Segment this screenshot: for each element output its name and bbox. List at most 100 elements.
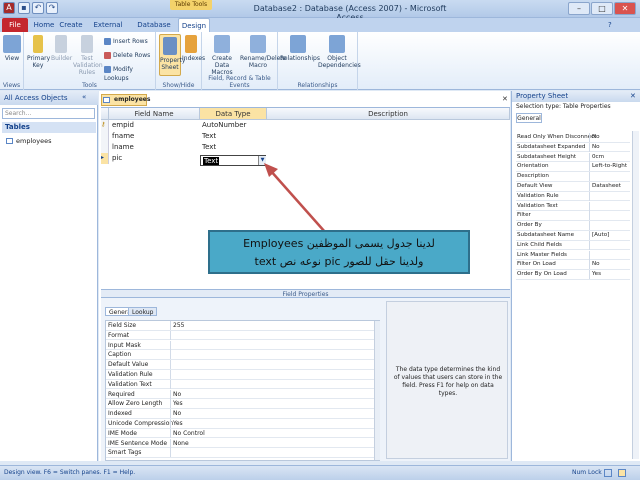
design-view-icon[interactable] — [618, 469, 626, 477]
tab-design[interactable]: Design — [178, 18, 210, 32]
field-property-value[interactable]: Yes — [170, 419, 379, 428]
field-property-value[interactable]: None — [170, 438, 379, 448]
field-name-cell[interactable]: lname — [110, 142, 200, 153]
field-property-value[interactable] — [170, 360, 379, 370]
save-icon[interactable]: ▪ — [18, 2, 30, 14]
row-selector[interactable] — [101, 142, 109, 153]
property-value[interactable] — [589, 191, 630, 201]
tab-lookup[interactable]: Lookup — [128, 307, 158, 316]
row-selector-key[interactable]: ⚷ — [101, 120, 109, 131]
field-property-row[interactable]: Unicode Compression Yes — [106, 419, 379, 429]
nav-search-input[interactable]: Search... — [2, 108, 95, 119]
property-value[interactable] — [589, 250, 630, 260]
property-value[interactable] — [589, 201, 630, 211]
create-data-macros-button[interactable]: Create Data Macros — [206, 35, 238, 76]
nav-item-employees[interactable]: employees — [6, 137, 51, 145]
field-property-row[interactable]: Indexed No — [106, 409, 379, 419]
property-row[interactable]: Default View Datasheet — [516, 182, 630, 192]
object-dependencies-button[interactable]: Object Dependencies — [318, 35, 361, 69]
minimize-button[interactable]: – — [568, 2, 590, 15]
nav-section-tables[interactable]: Tables — [2, 122, 96, 133]
property-row[interactable]: Validation Rule — [516, 191, 630, 202]
field-name-cell[interactable]: fname — [110, 131, 200, 142]
field-property-value[interactable] — [170, 350, 379, 360]
property-value[interactable] — [589, 240, 630, 250]
field-property-value[interactable] — [170, 379, 379, 389]
tab-create[interactable]: Create — [58, 18, 84, 32]
field-property-row[interactable]: Default Value — [106, 360, 379, 370]
data-type-cell[interactable]: Text — [200, 142, 266, 153]
doc-close-icon[interactable]: ✕ — [502, 95, 508, 103]
property-row[interactable]: Filter On Load No — [516, 260, 630, 270]
property-value[interactable]: [Auto] — [589, 231, 630, 240]
row-selector-current[interactable]: ▸ — [101, 153, 109, 164]
field-property-row[interactable]: Field Size 255 — [106, 321, 379, 331]
field-property-value[interactable]: Yes — [170, 399, 379, 409]
property-value[interactable]: 0cm — [589, 152, 630, 162]
field-property-value[interactable] — [170, 370, 379, 379]
property-row[interactable]: Order By On Load Yes — [516, 270, 630, 280]
property-row[interactable]: Description — [516, 172, 630, 182]
tab-home[interactable]: Home — [32, 18, 56, 32]
property-row[interactable]: Subdatasheet Expanded No — [516, 142, 630, 153]
field-name-cell[interactable]: empid — [110, 120, 200, 131]
property-row[interactable]: Link Child Fields — [516, 240, 630, 251]
property-sheet-close-icon[interactable]: ✕ — [630, 92, 636, 100]
property-sheet-tab-general[interactable]: General — [516, 113, 542, 123]
row-selector[interactable] — [101, 131, 109, 142]
data-type-cell[interactable]: AutoNumber — [200, 120, 266, 131]
field-property-value[interactable] — [170, 448, 379, 458]
help-icon[interactable]: ? — [608, 21, 612, 29]
field-property-value[interactable] — [170, 340, 379, 350]
field-property-row[interactable]: Smart Tags — [106, 448, 379, 458]
field-property-value[interactable]: No — [170, 389, 379, 399]
field-property-row[interactable]: IME Sentence Mode None — [106, 438, 379, 449]
property-value[interactable]: Yes — [589, 270, 630, 280]
datasheet-view-icon[interactable] — [604, 469, 612, 477]
field-property-value[interactable] — [170, 330, 379, 340]
primary-key-button[interactable]: Primary Key — [27, 35, 50, 69]
property-value[interactable]: No — [589, 142, 630, 152]
field-property-row[interactable]: Allow Zero Length Yes — [106, 399, 379, 409]
modify-lookups-button[interactable]: Modify Lookups — [104, 65, 155, 82]
close-button[interactable]: ✕ — [614, 2, 636, 15]
property-value[interactable] — [589, 211, 630, 221]
property-value[interactable]: Left-to-Right — [589, 162, 630, 172]
rename-delete-macro-button[interactable]: Rename/Delete Macro — [240, 35, 286, 69]
property-row[interactable]: Validation Text — [516, 201, 630, 212]
nav-collapse-icon[interactable]: « — [82, 93, 86, 101]
field-property-row[interactable]: Validation Rule — [106, 370, 379, 380]
property-value[interactable] — [589, 172, 630, 182]
property-sheet-button[interactable]: Property Sheet — [159, 34, 185, 76]
field-property-value[interactable]: No — [170, 409, 379, 419]
data-type-cell[interactable]: Text — [200, 131, 266, 142]
redo-icon[interactable]: ↷ — [46, 2, 58, 14]
property-row[interactable]: Link Master Fields — [516, 250, 630, 261]
field-property-row[interactable]: Validation Text — [106, 379, 379, 390]
builder-button[interactable]: Builder — [51, 35, 72, 62]
property-value[interactable]: No — [589, 133, 630, 142]
field-property-row[interactable]: Format — [106, 330, 379, 341]
maximize-button[interactable]: □ — [591, 2, 613, 15]
field-properties-scrollbar[interactable] — [374, 321, 380, 460]
tab-database-tools[interactable]: Database Tools — [132, 18, 176, 43]
field-property-value[interactable]: No Control — [170, 428, 379, 438]
tab-file[interactable]: File — [2, 18, 28, 32]
delete-rows-button[interactable]: Delete Rows — [104, 51, 150, 60]
test-validation-button[interactable]: Test Validation Rules — [73, 35, 103, 76]
undo-icon[interactable]: ↶ — [32, 2, 44, 14]
insert-rows-button[interactable]: Insert Rows — [104, 37, 148, 46]
field-property-row[interactable]: Caption — [106, 350, 379, 360]
property-value[interactable]: No — [589, 260, 630, 270]
property-row[interactable]: Subdatasheet Name [Auto] — [516, 231, 630, 241]
field-property-row[interactable]: Input Mask — [106, 340, 379, 351]
relationships-button[interactable]: Relationships — [280, 35, 320, 62]
field-property-row[interactable]: IME Mode No Control — [106, 428, 379, 439]
property-value[interactable] — [589, 221, 630, 231]
property-row[interactable]: Subdatasheet Height 0cm — [516, 152, 630, 163]
property-row[interactable]: Filter — [516, 211, 630, 221]
field-property-row[interactable]: Required No — [106, 389, 379, 400]
tab-external-data[interactable]: External Data — [86, 18, 130, 43]
field-name-cell[interactable]: pic — [110, 153, 200, 164]
property-value[interactable]: Datasheet — [589, 182, 630, 191]
